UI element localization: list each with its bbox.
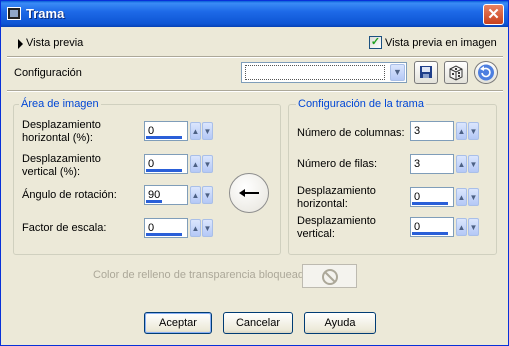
dialog-window: Trama ✕ Vista previa ✓ Vista previa en i… — [0, 0, 509, 346]
randomize-button[interactable] — [444, 61, 468, 84]
config-preset-select[interactable]: ▼ — [241, 62, 407, 83]
window-title: Trama — [26, 6, 65, 21]
rows-spinner[interactable]: 3 ▲ ▼ — [410, 154, 480, 174]
close-button[interactable]: ✕ — [483, 4, 504, 25]
spin-up-down-icon[interactable]: ▲ — [456, 188, 467, 206]
chevron-down-icon[interactable]: ▼ — [202, 122, 213, 140]
scale-spinner[interactable]: 0 ▲ ▼ — [144, 218, 214, 238]
chevron-down-icon[interactable]: ▼ — [468, 155, 479, 173]
chevron-down-icon[interactable]: ▼ — [468, 122, 479, 140]
columns-input[interactable]: 3 — [410, 121, 454, 141]
preview-on-image-label[interactable]: Vista previa en imagen — [385, 37, 497, 50]
reset-button[interactable] — [474, 61, 498, 84]
chevron-down-icon[interactable]: ▼ — [468, 188, 479, 206]
title-bar[interactable]: Trama ✕ — [1, 1, 508, 27]
h-offset-input[interactable]: 0 — [144, 121, 188, 141]
rows-label: Número de filas: — [297, 158, 378, 170]
chevron-down-icon[interactable]: ▼ — [202, 155, 213, 173]
v-offset-input[interactable]: 0 — [144, 154, 188, 174]
spin-up-down-icon[interactable]: ▲ — [456, 122, 467, 140]
chevron-down-icon[interactable]: ▼ — [468, 218, 479, 236]
spin-up-down-icon[interactable]: ▲ — [190, 186, 201, 204]
rotation-spinner[interactable]: 90 ▲ ▼ — [144, 185, 214, 205]
v-offset-spinner[interactable]: 0 ▲ ▼ — [144, 154, 214, 174]
reset-icon — [478, 64, 494, 81]
grid-config-title: Configuración de la trama — [296, 98, 426, 110]
grid-v-offset-spinner[interactable]: 0 ▲ ▼ — [410, 217, 480, 237]
spin-up-down-icon[interactable]: ▲ — [190, 122, 201, 140]
app-icon — [7, 7, 21, 20]
rotation-label: Ángulo de rotación: — [22, 189, 117, 201]
grid-v-offset-label-2: vertical: — [297, 228, 335, 240]
scale-input[interactable]: 0 — [144, 218, 188, 238]
columns-spinner[interactable]: 3 ▲ ▼ — [410, 121, 480, 141]
fill-color-label: Color de relleno de transparencia bloque… — [93, 269, 314, 281]
no-color-icon — [322, 269, 338, 285]
fill-color-swatch — [302, 264, 357, 288]
grid-h-offset-input[interactable]: 0 — [410, 187, 454, 207]
expand-preview-icon[interactable] — [18, 39, 23, 49]
rotation-input[interactable]: 90 — [144, 185, 188, 205]
grid-h-offset-spinner[interactable]: 0 ▲ ▼ — [410, 187, 480, 207]
grid-v-offset-label-1: Desplazamiento — [297, 215, 376, 227]
separator — [7, 56, 503, 58]
rows-input[interactable]: 3 — [410, 154, 454, 174]
accept-button[interactable]: Aceptar — [144, 312, 212, 334]
rotation-dial[interactable] — [229, 173, 269, 213]
spin-up-down-icon[interactable]: ▲ — [190, 155, 201, 173]
config-label: Configuración — [14, 67, 82, 79]
v-offset-label-2: vertical (%): — [22, 166, 81, 178]
grid-h-offset-label-2: horizontal: — [297, 198, 348, 210]
preview-toggle-label[interactable]: Vista previa — [26, 37, 83, 50]
spin-up-down-icon[interactable]: ▲ — [190, 219, 201, 237]
spin-up-down-icon[interactable]: ▲ — [456, 218, 467, 236]
grid-h-offset-label-1: Desplazamiento — [297, 185, 376, 197]
v-offset-label-1: Desplazamiento — [22, 153, 101, 165]
config-preset-value — [245, 65, 385, 80]
chevron-down-icon[interactable]: ▼ — [390, 64, 405, 81]
save-preset-button[interactable] — [414, 61, 438, 84]
h-offset-spinner[interactable]: 0 ▲ ▼ — [144, 121, 214, 141]
h-offset-label-1: Desplazamiento — [22, 119, 101, 131]
grid-v-offset-input[interactable]: 0 — [410, 217, 454, 237]
rotation-dial-icon — [239, 189, 259, 197]
save-icon — [420, 66, 432, 78]
help-button[interactable]: Ayuda — [304, 312, 376, 334]
h-offset-label-2: horizontal (%): — [22, 132, 93, 144]
image-area-title: Área de imagen — [19, 98, 101, 110]
separator — [7, 90, 503, 92]
dice-icon — [449, 65, 463, 81]
chevron-down-icon[interactable]: ▼ — [202, 186, 213, 204]
cancel-button[interactable]: Cancelar — [223, 312, 293, 334]
columns-label: Número de columnas: — [297, 127, 405, 139]
chevron-down-icon[interactable]: ▼ — [202, 219, 213, 237]
scale-label: Factor de escala: — [22, 222, 107, 234]
preview-on-image-checkbox[interactable]: ✓ — [369, 36, 382, 49]
spin-up-down-icon[interactable]: ▲ — [456, 155, 467, 173]
